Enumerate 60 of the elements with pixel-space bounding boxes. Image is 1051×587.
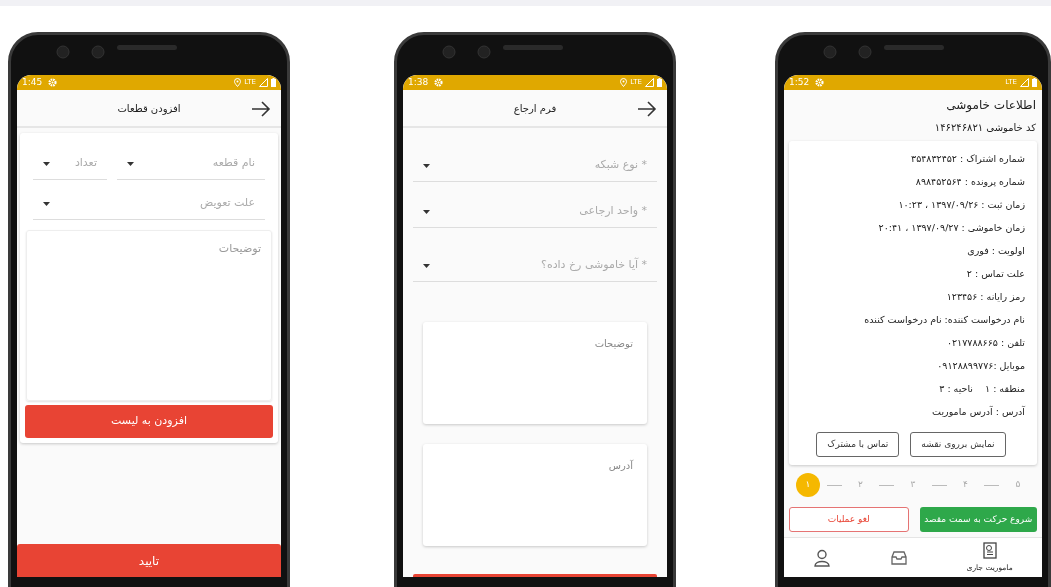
text-area[interactable]: آدرس — [423, 444, 647, 546]
battery-icon — [1032, 78, 1037, 87]
detail-text: شماره پرونده : ۸۹۸۴۵۲۵۶۴ — [915, 174, 1025, 189]
dropdown-field[interactable]: نام قطعه — [117, 148, 265, 180]
signal-icon — [259, 78, 268, 87]
dropdown-caret-icon — [423, 263, 430, 268]
info-title: اطلاعات خاموشی — [946, 97, 1036, 114]
step-indicator[interactable]: ۵ — [1006, 473, 1030, 497]
detail-text: موبایل :۰۹۱۲۸۸۹۹۷۷۶ — [937, 358, 1025, 373]
header-title: فرم ارجاع — [513, 101, 557, 116]
person-icon — [813, 548, 832, 567]
status-time: 1:45 — [22, 75, 43, 89]
dropdown-caret-icon — [423, 209, 430, 214]
outline-button[interactable]: تماس با مشترک — [816, 432, 900, 457]
step-indicator[interactable]: ۴ — [953, 473, 978, 497]
dropdown-field[interactable]: تعداد — [33, 148, 107, 180]
signal-icon — [1020, 78, 1029, 87]
step-indicator[interactable]: ۱ — [796, 473, 820, 497]
notes-text-area[interactable]: توضیحات — [26, 230, 272, 401]
status-time: 1:38 — [408, 75, 429, 89]
back-arrow-icon[interactable] — [251, 101, 271, 117]
status-time: 1:52 — [789, 75, 810, 89]
gear-icon — [48, 78, 58, 87]
outline-button[interactable]: نمایش برروی نقشه — [910, 432, 1006, 457]
detail-text: نام درخواست کننده: نام درخواست کننده — [864, 312, 1025, 327]
dropdown-caret-icon — [43, 161, 50, 166]
confirm-button[interactable]: تایید — [17, 544, 281, 577]
detail-text: اولویت : فوری — [967, 243, 1025, 258]
detail-text: آدرس : آدرس ماموریت — [932, 404, 1025, 419]
gear-icon — [434, 78, 444, 87]
dropdown-field[interactable]: * آیا خاموشی رخ داده؟ — [413, 250, 657, 282]
dropdown-field[interactable]: * نوع شبکه — [413, 150, 657, 182]
detail-text: زمان ثبت : ۱۳۹۷/۰۹/۲۶ ، ۱۰:۲۳ — [898, 197, 1025, 212]
battery-icon — [271, 78, 276, 87]
dropdown-field[interactable]: علت تعویض — [33, 188, 265, 220]
dropdown-caret-icon — [423, 163, 430, 168]
battery-icon — [657, 78, 662, 87]
dropdown-caret-icon — [43, 201, 50, 206]
detail-text: منطقه : ۱ — [985, 381, 1025, 396]
clipboard-icon — [980, 541, 999, 560]
start-button[interactable]: شروع حرکت به سمت مقصد — [919, 507, 1037, 532]
signal-icon — [645, 78, 654, 87]
dropdown-field[interactable]: * واحد ارجاعی — [413, 196, 657, 228]
cancel-button[interactable]: لغو عملیات — [789, 507, 909, 532]
dropdown-caret-icon — [127, 161, 134, 166]
inbox-tray-icon — [889, 548, 908, 567]
detail-text: رمز رایانه : ۱۲۳۴۵۶ — [946, 289, 1025, 304]
gear-icon — [815, 78, 825, 87]
outage-code: کد خاموشی ۱۴۶۲۴۶۸۲۱ — [934, 121, 1036, 135]
add-to-list-button[interactable]: افزودن به لیست — [25, 405, 273, 438]
detail-text: تلفن : ۰۲۱۷۷۸۸۶۶۵ — [946, 335, 1025, 350]
step-indicator[interactable]: ۳ — [901, 473, 925, 497]
step-indicator[interactable]: ۲ — [848, 473, 873, 497]
detail-text: شماره اشتراک : ۳۵۴۸۳۲۴۵۲ — [911, 151, 1025, 166]
detail-text: زمان خاموشی : ۱۳۹۷/۰۹/۲۷ ، ۲۰:۴۱ — [878, 220, 1025, 235]
detail-text: ناحیه : ۳ — [939, 381, 973, 396]
text-area[interactable]: توضیحات — [423, 322, 647, 424]
back-arrow-icon[interactable] — [637, 101, 657, 117]
header-title: افزودن قطعات — [117, 101, 181, 116]
detail-text: علت تماس : ۲ — [966, 266, 1025, 281]
